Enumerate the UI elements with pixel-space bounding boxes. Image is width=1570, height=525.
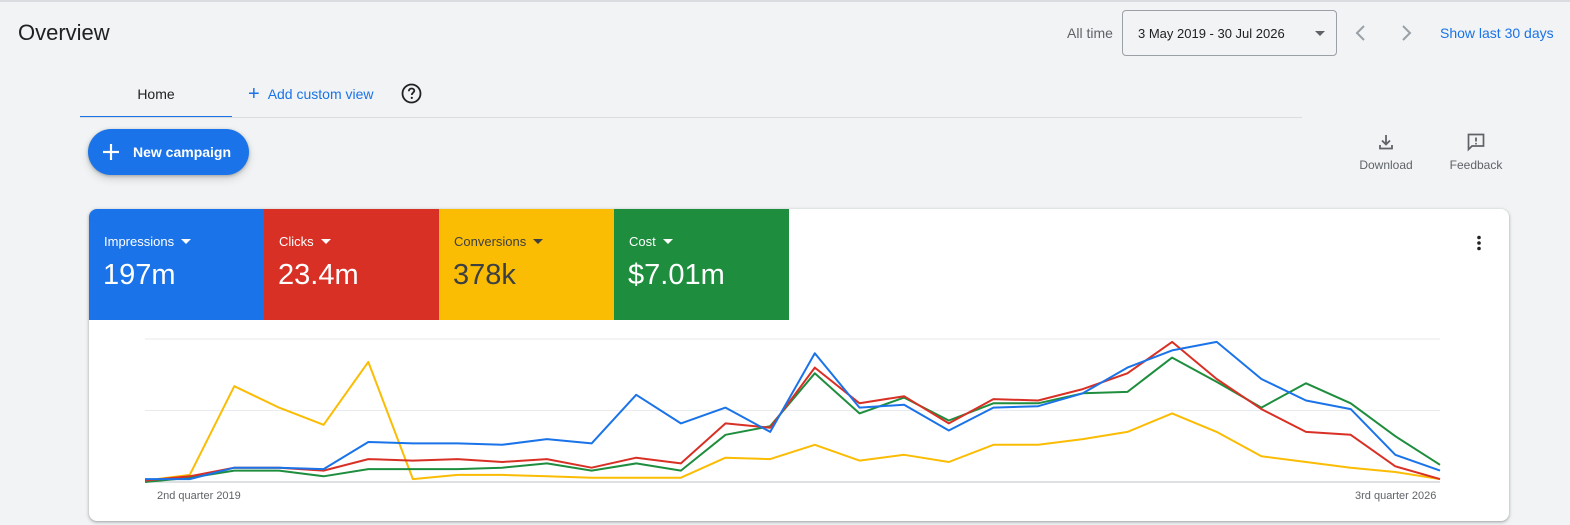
next-period-button[interactable] — [1395, 22, 1417, 44]
performance-card: Impressions 197m Clicks 23.4m Conversion… — [89, 209, 1509, 521]
series-line-cost — [144, 356, 1441, 483]
tab-home-label: Home — [137, 86, 175, 102]
plus-icon — [103, 144, 119, 160]
caret-down-icon — [1315, 31, 1325, 36]
plus-icon: + — [248, 83, 260, 105]
feedback-label: Feedback — [1449, 158, 1503, 172]
download-label: Download — [1359, 158, 1413, 172]
help-circle-icon — [401, 83, 422, 104]
add-custom-view-label: Add custom view — [267, 86, 374, 102]
new-campaign-button[interactable]: New campaign — [88, 129, 249, 175]
tab-home[interactable]: Home — [80, 74, 232, 118]
help-button[interactable] — [401, 83, 422, 104]
performance-line-chart — [144, 338, 1441, 483]
top-divider — [0, 0, 1570, 2]
new-campaign-label: New campaign — [133, 144, 232, 160]
x-tick-label-start: 2nd quarter 2019 — [157, 490, 241, 502]
download-button[interactable]: Download — [1351, 132, 1421, 176]
show-last-30-days-link[interactable]: Show last 30 days — [1440, 25, 1554, 41]
date-range-picker[interactable]: 3 May 2019 - 30 Jul 2026 — [1122, 10, 1337, 56]
feedback-button[interactable]: Feedback — [1441, 132, 1511, 176]
tabs-divider — [80, 117, 1302, 118]
series-line-conversions — [144, 360, 1441, 482]
page-title: Overview — [18, 20, 110, 45]
date-range-label: All time — [1067, 25, 1113, 41]
add-custom-view-button[interactable]: + Add custom view — [248, 84, 374, 104]
x-tick-label-end: 3rd quarter 2026 — [1355, 490, 1437, 502]
chevron-right-icon — [1402, 25, 1412, 41]
date-range-value: 3 May 2019 - 30 Jul 2026 — [1138, 25, 1285, 41]
download-icon — [1379, 135, 1393, 150]
previous-period-button[interactable] — [1350, 22, 1372, 44]
feedback-icon — [1467, 133, 1485, 152]
chevron-left-icon — [1355, 25, 1365, 41]
